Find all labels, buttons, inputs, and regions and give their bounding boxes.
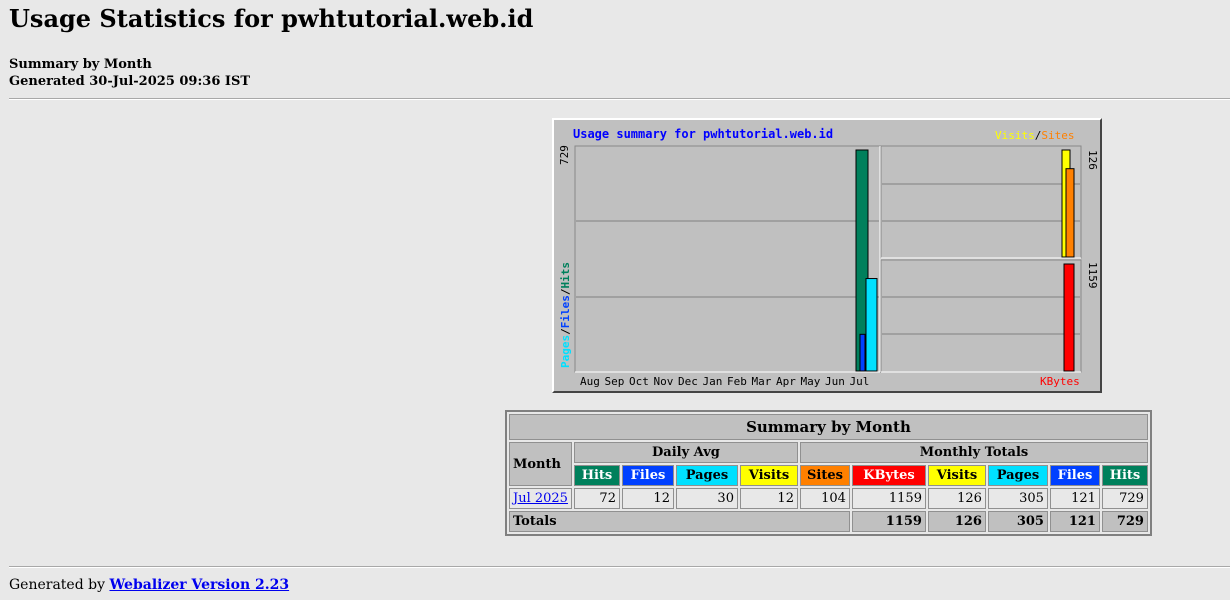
files-legend: Files xyxy=(559,295,572,328)
bottom-divider xyxy=(9,566,1230,568)
footer-prefix: Generated by xyxy=(9,577,106,593)
totals-row: Totals 1159 126 305 121 729 xyxy=(509,511,1148,532)
month-link[interactable]: Jul 2025 xyxy=(513,491,568,506)
daily-visits-cell: 12 xyxy=(739,488,798,509)
daily-hits-header: Hits xyxy=(573,465,620,486)
monthly-visits-cell: 126 xyxy=(927,488,986,509)
daily-pages-header: Pages xyxy=(675,465,738,486)
monthly-pages-header: Pages xyxy=(987,465,1048,486)
month-tick-label: Jul xyxy=(850,375,870,388)
visits-sites-legend: Visits/Sites xyxy=(995,129,1075,142)
month-tick-labels: Aug Sep Oct Nov Dec Jan Feb Mar Apr May Jun Jul xyxy=(580,375,869,388)
month-tick-label: May xyxy=(801,375,821,388)
month-tick-label: Mar xyxy=(752,375,772,388)
totals-kbytes: 1159 xyxy=(851,511,926,532)
monthly-kbytes-header: KBytes xyxy=(851,465,926,486)
usage-graph: Aug Sep Oct Nov Dec Jan Feb Mar Apr May Jun Jul Usa… xyxy=(552,118,1102,393)
pages-files-hits-legend: Pages/Files/Hits xyxy=(559,262,572,368)
lower-right-plot-area xyxy=(880,259,1082,373)
summary-label: Summary by Month xyxy=(9,57,152,72)
totals-visits: 126 xyxy=(927,511,986,532)
daily-files-header: Files xyxy=(621,465,674,486)
upper-right-axis-max: 126 xyxy=(1086,150,1099,170)
month-tick-label: Aug xyxy=(580,375,600,388)
monthly-hits-header: Hits xyxy=(1101,465,1148,486)
monthly-sites-cell: 104 xyxy=(799,488,850,509)
month-tick-label: Oct xyxy=(629,375,649,388)
usage-chart: Aug Sep Oct Nov Dec Jan Feb Mar Apr May Jun Jul Usa… xyxy=(558,127,1099,388)
lower-right-axis-max: 1159 xyxy=(1086,262,1099,289)
generated-label: Generated 30-Jul-2025 09:36 IST xyxy=(9,74,251,89)
column-header-row: Hits Files Pages Visits Sites KBytes Vis… xyxy=(509,465,1148,486)
legend-separator: / xyxy=(1035,129,1042,142)
month-cell: Jul 2025 xyxy=(509,488,572,509)
totals-pages: 305 xyxy=(987,511,1048,532)
totals-files: 121 xyxy=(1049,511,1100,532)
pages-bar xyxy=(865,278,878,372)
monthly-files-header: Files xyxy=(1049,465,1100,486)
top-divider xyxy=(9,98,1230,100)
month-tick-label: Apr xyxy=(776,375,796,388)
monthly-kbytes-cell: 1159 xyxy=(851,488,926,509)
daily-files-cell: 12 xyxy=(621,488,674,509)
visits-legend: Visits xyxy=(995,129,1035,142)
table-row: Jul 2025 72 12 30 12 104 1159 126 305 12… xyxy=(509,488,1148,509)
daily-visits-header: Visits xyxy=(739,465,798,486)
daily-hits-cell: 72 xyxy=(573,488,620,509)
monthly-files-cell: 121 xyxy=(1049,488,1100,509)
upper-right-plot-area xyxy=(880,145,1082,259)
table-caption: Summary by Month xyxy=(509,414,1148,440)
files-bar xyxy=(859,333,866,372)
month-tick-label: Jan xyxy=(703,375,723,388)
graph-title: Usage summary for pwhtutorial.web.id xyxy=(573,127,833,141)
monthly-pages-cell: 305 xyxy=(987,488,1048,509)
left-axis-max: 729 xyxy=(558,145,571,165)
month-tick-label: Sep xyxy=(605,375,625,388)
daily-avg-header: Daily Avg xyxy=(573,442,798,463)
totals-label: Totals xyxy=(509,511,850,532)
month-header: Month xyxy=(509,442,572,486)
sites-bar xyxy=(1065,168,1075,258)
group-header-row: Month Daily Avg Monthly Totals xyxy=(509,442,1148,486)
sites-legend: Sites xyxy=(1041,129,1074,142)
monthly-hits-cell: 729 xyxy=(1101,488,1148,509)
subheading: Summary by Month Generated 30-Jul-2025 0… xyxy=(9,56,250,90)
webalizer-link[interactable]: Webalizer Version 2.23 xyxy=(109,577,289,593)
kbytes-legend: KBytes xyxy=(1040,375,1080,388)
month-tick-label: Nov xyxy=(654,375,674,388)
month-tick-label: Dec xyxy=(678,375,698,388)
monthly-sites-header: Sites xyxy=(799,465,850,486)
pages-legend: Pages xyxy=(559,335,572,368)
monthly-visits-header: Visits xyxy=(927,465,986,486)
month-tick-label: Feb xyxy=(727,375,747,388)
footer: Generated by Webalizer Version 2.23 xyxy=(9,577,289,593)
hits-legend: Hits xyxy=(559,262,572,289)
daily-pages-cell: 30 xyxy=(675,488,738,509)
left-plot-area xyxy=(574,145,881,373)
summary-table: Summary by Month Month Daily Avg Monthly… xyxy=(505,410,1152,536)
totals-hits: 729 xyxy=(1101,511,1148,532)
month-tick-label: Jun xyxy=(825,375,845,388)
monthly-totals-header: Monthly Totals xyxy=(799,442,1148,463)
page-title: Usage Statistics for pwhtutorial.web.id xyxy=(9,4,534,33)
kbytes-bar xyxy=(1063,263,1075,372)
table-caption-row: Summary by Month xyxy=(509,414,1148,440)
